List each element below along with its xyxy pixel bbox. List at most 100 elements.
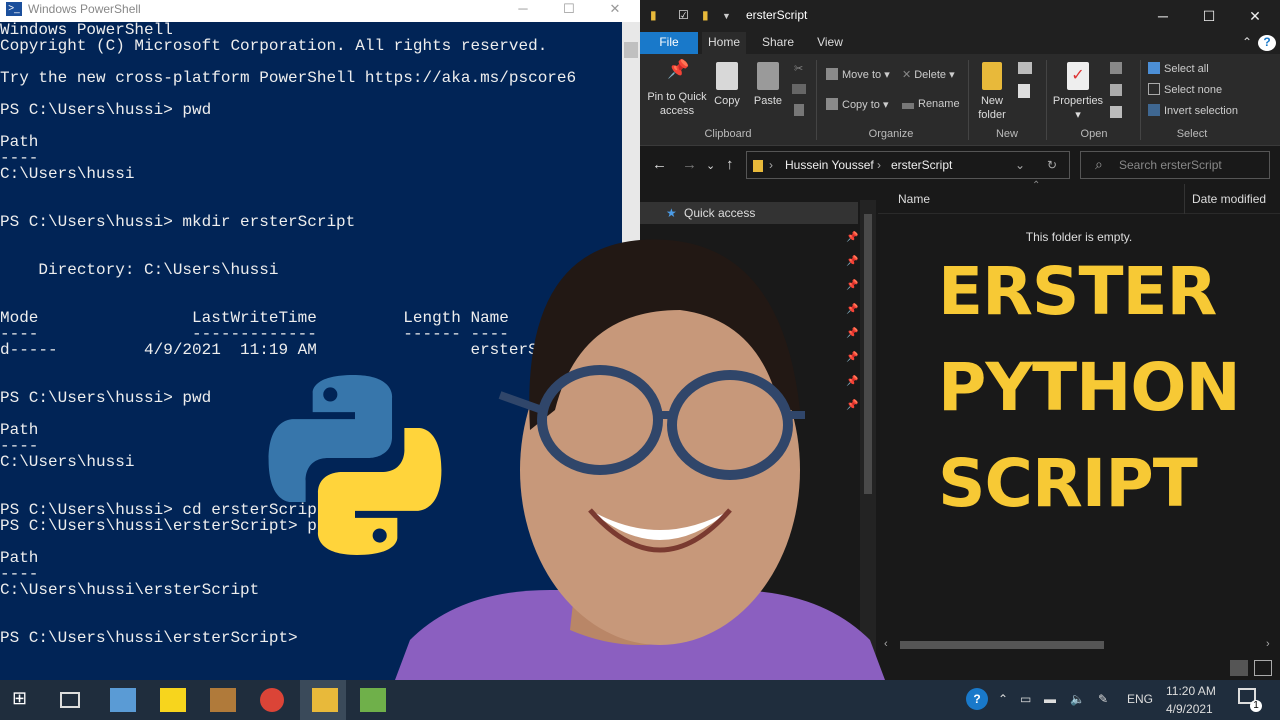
scrollbar-thumb[interactable] [624,42,638,58]
column-date-modified[interactable]: Date modified [1192,192,1266,206]
address-dropdown-icon[interactable]: ⌄ [1015,158,1025,172]
powershell-titlebar[interactable]: >_ Windows PowerShell ─ ☐ ✕ [0,0,640,22]
search-box[interactable]: ⌕ Search ersterScript [1080,151,1270,179]
copy-icon [716,62,738,90]
history-icon[interactable] [1110,106,1122,118]
address-bar[interactable]: › Hussein Youssef › ersterScript ⌄ ↻ [746,151,1070,179]
column-name[interactable]: Name [898,192,930,206]
briefcase-icon[interactable] [210,688,236,712]
taskbar: ⊞ ? ⌃ ▭ ▬ 🔈 ✎ ENG 11:20 AM 4/9/2021 1 [0,680,1280,720]
copy-to-button[interactable]: Copy to ▾ [826,98,889,111]
console-line: Windows PowerShell [0,22,173,39]
select-none-icon [1148,83,1160,95]
console-line: PS C:\Users\hussi> pwd [0,101,212,119]
minimize-button[interactable]: ─ [1140,4,1186,28]
clock-time[interactable]: 11:20 AM [1166,684,1216,698]
folder-icon [312,688,338,712]
console-line: C:\Users\hussi [0,165,135,183]
pen-icon[interactable]: ✎ [1098,692,1108,706]
up-icon[interactable]: ↑ [726,156,734,173]
delete-icon: ✕ [902,69,912,81]
edit-icon[interactable] [1110,84,1122,96]
show-hidden-icons-icon[interactable]: ⌃ [998,692,1008,706]
scroll-right-icon[interactable]: › [1266,638,1270,650]
breadcrumb-erster-script[interactable]: ersterScript [891,158,952,172]
maximize-button[interactable]: ☐ [546,0,592,18]
maximize-button[interactable]: ☐ [1186,4,1232,28]
folder-icon [753,160,763,172]
scrollbar-thumb[interactable] [900,641,1104,649]
chrome-icon[interactable] [260,688,284,712]
horizontal-scrollbar[interactable]: ‹ › [878,636,1280,656]
input-language[interactable]: ENG [1127,692,1153,706]
details-view-icon[interactable] [1230,660,1248,676]
console-line: Path [0,133,39,151]
navigation-bar: ← → ⌄ ↑ › Hussein Youssef › ersterScript… [640,146,1280,184]
move-to-button[interactable]: Move to ▾ [826,68,890,81]
refresh-icon[interactable]: ↻ [1047,158,1057,172]
start-windows-icon[interactable]: ⊞ [12,688,38,712]
help-icon[interactable]: ? [1258,35,1276,51]
search-icon: ⌕ [1095,156,1103,172]
cut-icon[interactable]: ✂ [794,62,803,75]
new-folder-button[interactable]: New folder [974,62,1010,122]
tab-file[interactable]: File [640,32,698,54]
large-icons-view-icon[interactable] [1254,660,1272,676]
sticky-notes-icon[interactable] [160,688,186,712]
notification-count-badge: 1 [1250,700,1262,712]
select-all-button[interactable]: Select all [1148,62,1209,75]
select-none-button[interactable]: Select none [1148,83,1222,96]
properties-quick-icon[interactable]: ☑ [678,8,689,22]
help-icon[interactable]: ? [966,688,988,710]
group-select: Select [1176,128,1208,140]
tab-share[interactable]: Share [758,32,798,54]
group-open: Open [1080,128,1108,140]
forward-icon[interactable]: → [682,156,697,173]
folder-icon: ▮ [650,8,657,22]
bluetooth-icon[interactable]: ▭ [1020,692,1031,706]
recent-locations-icon[interactable]: ⌄ [706,159,715,172]
tab-view[interactable]: View [810,32,850,54]
tab-home[interactable]: Home [702,32,746,54]
paste-button[interactable]: Paste [752,62,784,108]
easy-access-icon[interactable] [1018,84,1030,98]
minimize-button[interactable]: ─ [500,0,546,18]
pin-to-quick-access-button[interactable]: 📌 Pin to Quick access [646,60,708,118]
sort-indicator-icon: ⌃ [1032,180,1041,191]
empty-folder-message: This folder is empty. [1025,230,1133,244]
display-icon[interactable]: ▬ [1044,692,1056,706]
close-button[interactable]: ✕ [1232,4,1278,28]
new-folder-quick-icon[interactable]: ▮ [702,8,709,22]
delete-button[interactable]: ✕ Delete ▾ [902,68,955,81]
copy-path-icon[interactable] [792,84,806,94]
collapse-ribbon-icon[interactable]: ⌃ [1238,32,1256,54]
breadcrumb-hussein-youssef[interactable]: Hussein Youssef [785,158,874,172]
properties-button[interactable]: ✓ Properties ▾ [1050,62,1106,122]
ribbon: 📌 Pin to Quick access Copy Paste ✂ Clipb… [640,54,1280,146]
new-item-icon[interactable] [1018,62,1032,74]
close-button[interactable]: ✕ [592,0,638,18]
overlay-title-line-2: PYTHON [938,349,1241,426]
rename-button[interactable]: Rename [902,98,960,110]
overlay-title-line-3: SCRIPT [938,445,1198,522]
quick-access-toolbar-dropdown-icon[interactable]: ▼ [722,11,731,21]
copy-button[interactable]: Copy [712,62,742,108]
explorer-titlebar[interactable]: ▮ ☑ ▮ ▼ ersterScript ─ ☐ ✕ [640,0,1280,32]
clock-date[interactable]: 4/9/2021 [1166,702,1213,716]
properties-icon: ✓ [1067,62,1089,90]
invert-selection-button[interactable]: Invert selection [1148,104,1238,117]
invert-selection-icon [1148,104,1160,116]
volume-icon[interactable]: 🔈 [1070,692,1085,706]
search-placeholder: Search ersterScript [1119,158,1222,172]
column-headers: Name ⌃ Date modified [878,180,1280,214]
python-idle-icon[interactable] [360,688,386,712]
back-icon[interactable]: ← [652,156,667,173]
console-line: ---- [0,149,39,167]
paste-shortcut-icon[interactable] [794,104,804,116]
open-icon[interactable] [1110,62,1122,74]
network-app-icon[interactable] [110,688,136,712]
task-view-icon[interactable] [60,692,80,708]
